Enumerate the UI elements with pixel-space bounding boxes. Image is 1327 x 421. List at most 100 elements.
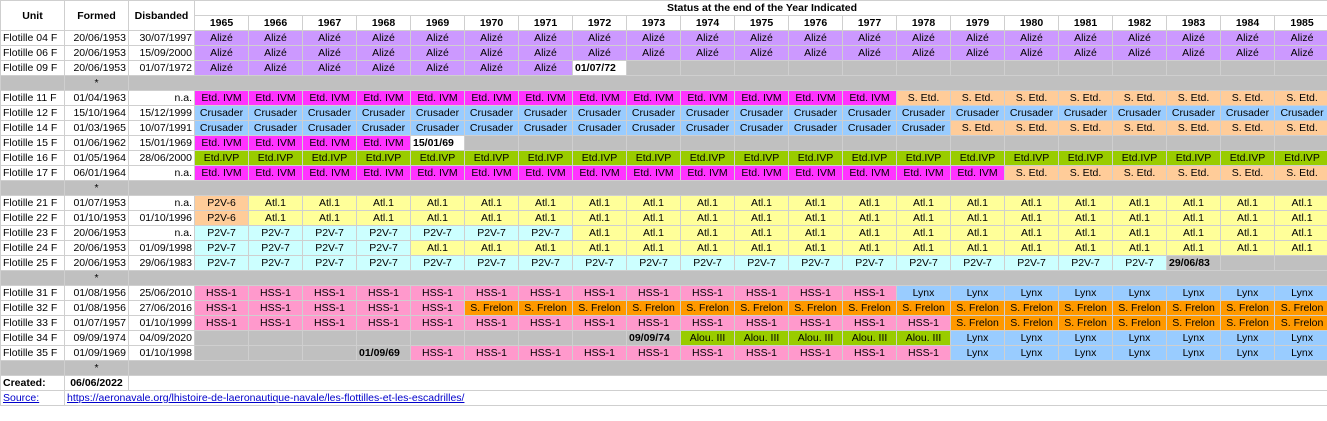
status-cell: Alizé: [302, 45, 357, 61]
status-cell: [896, 60, 951, 76]
status-cell: [1004, 135, 1059, 151]
source-link[interactable]: https://aeronavale.org/lhistoire-de-laer…: [67, 392, 464, 404]
status-cell: S. Frelon: [1273, 315, 1327, 331]
table-row: Flotille 16 F 01/05/1964 28/06/2000 Etd.IVP…: [0, 150, 1327, 166]
status-cell: Alizé: [734, 45, 789, 61]
status-cell: Crusader: [788, 105, 843, 121]
status-cell: P2V-7: [410, 255, 465, 271]
disbanded-date: 15/01/1969: [128, 135, 195, 151]
status-cell: S. Frelon: [680, 300, 735, 316]
status-cell: P2V-7: [248, 225, 303, 241]
status-cell: P2V-7: [1112, 255, 1167, 271]
status-cell: Alou. III: [842, 330, 897, 346]
status-cell: HSS-1: [356, 315, 411, 331]
status-cell: Atl.1: [572, 240, 627, 256]
status-cell: Atl.1: [1166, 225, 1221, 241]
separator-blank: [0, 75, 65, 91]
year-header: 1969: [410, 15, 465, 31]
status-cell: Etd. IVM: [194, 135, 249, 151]
status-cell: Atl.1: [950, 225, 1005, 241]
status-cell: Etd.IVP: [680, 150, 735, 166]
status-cell: Atl.1: [1112, 195, 1167, 211]
unit-name: Flotille 17 F: [0, 165, 65, 181]
unit-name: Flotille 16 F: [0, 150, 65, 166]
status-cell: Atl.1: [842, 210, 897, 226]
status-cell: Crusader: [464, 120, 519, 136]
status-cell: Etd.IVP: [356, 150, 411, 166]
unit-name: Flotille 33 F: [0, 315, 65, 331]
status-cell: [518, 330, 573, 346]
status-cell: Crusader: [572, 105, 627, 121]
status-cell: HSS-1: [896, 315, 951, 331]
status-cell: Etd. IVM: [302, 135, 357, 151]
separator-fill: [127, 180, 1327, 196]
table-row: Flotille 33 F 01/07/1957 01/10/1999 HSS-1 HS…: [0, 315, 1327, 331]
status-cell: Atl.1: [572, 225, 627, 241]
status-cell: Alizé: [1058, 45, 1113, 61]
status-cell: Crusader: [518, 120, 573, 136]
status-cell: [1112, 135, 1167, 151]
status-cell: HSS-1: [410, 345, 465, 361]
table-body: Flotille 04 F 20/06/1953 30/07/1997 Alizé Al…: [0, 30, 1327, 376]
unit-name: Flotille 35 F: [0, 345, 65, 361]
status-cell: Etd. IVM: [356, 135, 411, 151]
status-cell: HSS-1: [518, 345, 573, 361]
status-cell: Alizé: [788, 45, 843, 61]
status-cell: Atl.1: [788, 210, 843, 226]
status-cell: Etd. IVM: [464, 90, 519, 106]
table-row: Flotille 24 F 20/06/1953 01/09/1998 P2V-7 P2…: [0, 240, 1327, 256]
status-cell: S. Etd.: [1004, 90, 1059, 106]
status-cell: Atl.1: [1058, 225, 1113, 241]
event-date-cell: 29/06/83: [1166, 255, 1221, 271]
status-cell: Etd.IVP: [1058, 150, 1113, 166]
status-cell: Lynx: [1058, 330, 1113, 346]
table-row: Flotille 22 F 01/10/1953 01/10/1996 P2V-6 At…: [0, 210, 1327, 226]
status-cell: [1112, 60, 1167, 76]
status-cell: Atl.1: [1004, 195, 1059, 211]
status-cell: Lynx: [1273, 345, 1327, 361]
status-cell: HSS-1: [464, 315, 519, 331]
status-cell: Alizé: [1220, 30, 1275, 46]
year-header: 1972: [572, 15, 627, 31]
created-label: Created:: [0, 375, 65, 391]
status-cell: HSS-1: [842, 285, 897, 301]
source-label-link[interactable]: Source:: [3, 392, 39, 404]
year-header: 1983: [1166, 15, 1221, 31]
status-cell: P2V-7: [248, 255, 303, 271]
status-cell: Alizé: [410, 60, 465, 76]
unit-name: Flotille 34 F: [0, 330, 65, 346]
status-cell: P2V-7: [734, 255, 789, 271]
status-cell: Crusader: [842, 120, 897, 136]
status-cell: Etd. IVM: [356, 165, 411, 181]
status-cell: P2V-7: [302, 225, 357, 241]
status-cell: Atl.1: [626, 210, 681, 226]
status-cell: Etd. IVM: [464, 165, 519, 181]
table-row: Flotille 06 F 20/06/1953 15/09/2000 Alizé Al…: [0, 45, 1327, 61]
formed-date: 01/04/1963: [64, 90, 129, 106]
status-cell: [1220, 255, 1275, 271]
status-cell: P2V-7: [788, 255, 843, 271]
status-cell: Atl.1: [950, 195, 1005, 211]
status-cell: Atl.1: [788, 225, 843, 241]
status-cell: HSS-1: [194, 300, 249, 316]
separator-blank: [0, 270, 65, 286]
status-cell: Atl.1: [734, 225, 789, 241]
status-cell: Alizé: [680, 45, 735, 61]
status-cell: Atl.1: [1166, 240, 1221, 256]
status-cell: Crusader: [248, 105, 303, 121]
status-cell: Etd.IVP: [464, 150, 519, 166]
status-cell: S. Frelon: [1058, 300, 1113, 316]
status-cell: Crusader: [194, 105, 249, 121]
disbanded-date: 01/10/1996: [128, 210, 195, 226]
status-cell: HSS-1: [248, 300, 303, 316]
status-cell: Etd. IVM: [734, 90, 789, 106]
status-cell: S. Etd.: [1220, 90, 1275, 106]
status-cell: Atl.1: [680, 210, 735, 226]
status-cell: Crusader: [302, 105, 357, 121]
formed-date: 20/06/1953: [64, 60, 129, 76]
status-cell: HSS-1: [626, 345, 681, 361]
formed-date: 20/06/1953: [64, 225, 129, 241]
status-cell: Alizé: [788, 30, 843, 46]
status-cell: Atl.1: [1273, 240, 1327, 256]
table-row: Flotille 34 F 09/09/1974 04/09/2020 09/09/7…: [0, 330, 1327, 346]
